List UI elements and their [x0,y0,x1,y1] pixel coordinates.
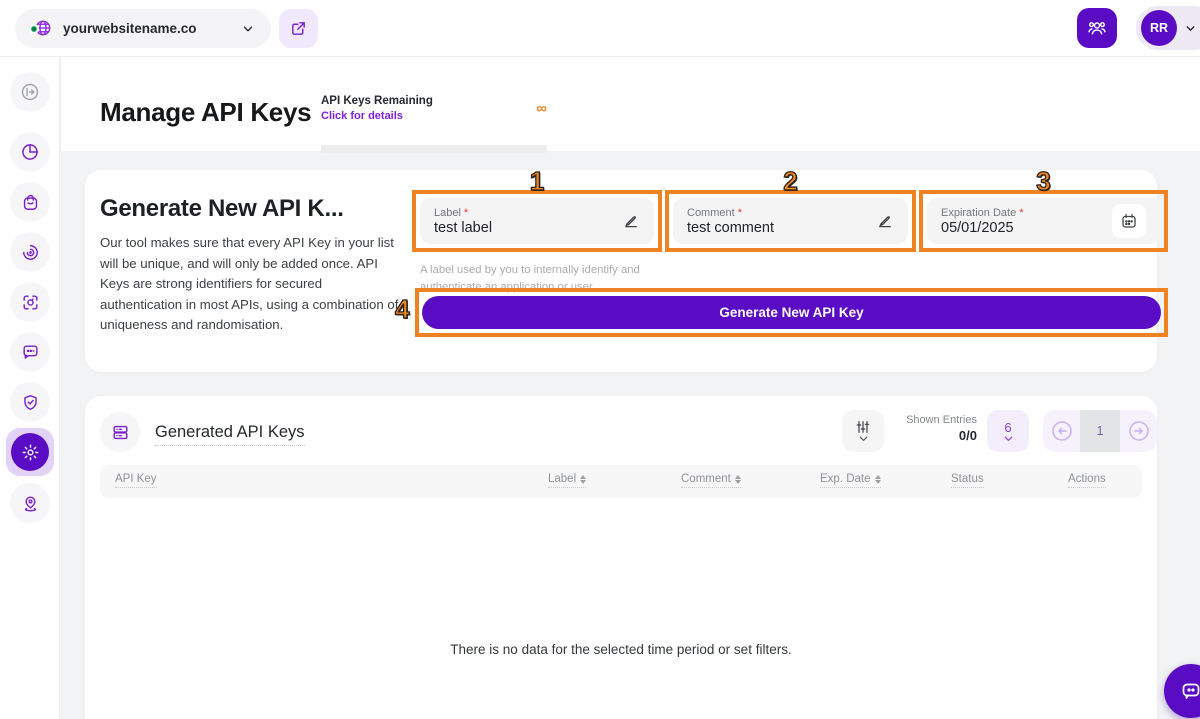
expiration-field-value: 05/01/2025 [941,220,1112,236]
database-icon [100,412,140,452]
external-link-icon [290,20,307,37]
annotation-number-3: 3 [1036,168,1050,194]
filter-sliders-icon [855,420,871,434]
column-header-api-key[interactable]: API Key [115,473,157,488]
pagination: 1 [1043,410,1157,452]
current-page[interactable]: 1 [1080,410,1120,452]
sidebar-item-collapse[interactable] [10,72,50,112]
expiration-field-label: Expiration Date* [941,207,1112,219]
page-title: Manage API Keys [100,97,311,128]
annotation-number-1: 1 [530,168,544,194]
expiration-date-field[interactable]: Expiration Date* 05/01/2025 [927,198,1160,244]
eraser-icon[interactable] [876,212,894,230]
generate-api-key-button[interactable]: Generate New API Key [422,296,1161,329]
radar-spiral-icon [21,243,40,262]
sort-icon [735,475,741,484]
page-size-value: 6 [1004,420,1011,435]
globe-icon [31,18,53,40]
group-icon [1087,18,1107,38]
annotation-box-2: 2 Comment* test comment [665,190,916,252]
page-size-select[interactable]: 6 [987,410,1029,452]
label-field-value: test label [434,220,622,236]
next-page-button[interactable] [1120,410,1157,452]
table-header-row: API Key Label Comment Exp. Date Status A… [100,465,1142,498]
annotation-box-3: 3 Expiration Date* 05/01/2025 [919,190,1168,252]
table-title: Generated API Keys [155,423,305,446]
sidebar-item-settings[interactable] [6,428,54,476]
user-menu[interactable]: RR [1136,6,1200,50]
generate-card: Generate New API K... Our tool makes sur… [85,170,1157,372]
generated-keys-card: Generated API Keys Shown Entries 0/0 6 [85,396,1157,719]
collapse-arrow-icon [20,82,40,102]
status-dot [29,24,39,34]
remaining-details-link[interactable]: Click for details [321,110,547,122]
gear-icon [11,433,49,471]
annotation-number-4: 4 [395,296,409,322]
infinity-icon: ∞ [536,100,547,117]
column-header-comment[interactable]: Comment [681,473,741,488]
eraser-icon[interactable] [622,212,640,230]
sidebar-item-security[interactable] [10,382,50,422]
shown-entries: Shown Entries 0/0 [891,414,977,443]
pie-chart-icon [20,142,40,162]
chat-message-icon [21,343,40,362]
site-name: yourwebsitename.co [63,21,231,36]
generate-card-description: Our tool makes sure that every API Key i… [100,233,402,336]
annotation-box-4: 4 Generate New API Key [415,288,1168,337]
remaining-progress-bar [321,145,547,153]
target-scan-icon [21,293,40,312]
app-root: yourwebsitename.co [0,0,1200,719]
map-pin-icon [21,494,40,513]
empty-state-message: There is no data for the selected time p… [85,642,1157,657]
sort-icon [875,475,881,484]
chevron-down-icon [1003,435,1014,443]
sidebar-item-analytics[interactable] [10,232,50,272]
annotation-number-2: 2 [783,168,797,194]
shown-entries-value: 0/0 [891,428,977,443]
sort-icon [580,475,586,484]
shopping-bag-icon [21,193,40,212]
sidebar-item-messages[interactable] [10,332,50,372]
filter-button[interactable] [842,410,884,452]
column-header-exp-date[interactable]: Exp. Date [820,473,881,488]
column-header-status[interactable]: Status [951,473,984,488]
avatar: RR [1141,10,1177,46]
chevron-down-icon [1184,22,1197,35]
sidebar-item-dashboard[interactable] [10,132,50,172]
api-keys-remaining: API Keys Remaining Click for details ∞ [321,95,547,122]
chat-widget-button[interactable] [1164,664,1200,718]
sidebar-item-locations[interactable] [10,483,50,523]
column-header-actions[interactable]: Actions [1068,473,1106,488]
generate-card-title: Generate New API K... [100,195,344,223]
chat-bubble-icon [1179,679,1200,703]
sidebar [0,57,60,719]
chevron-down-icon [241,22,255,36]
sidebar-item-tracking[interactable] [10,282,50,322]
sidebar-item-store[interactable] [10,182,50,222]
remaining-label: API Keys Remaining [321,95,547,107]
label-field[interactable]: Label* test label [420,198,654,244]
shield-check-icon [21,393,40,412]
comment-field[interactable]: Comment* test comment [673,198,908,244]
label-field-label: Label* [434,207,622,219]
page-header: Manage API Keys API Keys Remaining Click… [61,57,1200,151]
team-button[interactable] [1077,8,1117,48]
prev-page-button[interactable] [1043,410,1080,452]
open-site-button[interactable] [279,9,318,48]
column-header-label[interactable]: Label [548,473,586,488]
comment-field-value: test comment [687,220,876,236]
site-selector[interactable]: yourwebsitename.co [15,9,271,48]
calendar-icon[interactable] [1112,204,1146,238]
shown-entries-label: Shown Entries [891,414,977,426]
annotation-box-1: 1 Label* test label [412,190,662,252]
chevron-down-icon [858,435,869,443]
topbar: yourwebsitename.co [0,0,1200,57]
comment-field-label: Comment* [687,207,876,219]
